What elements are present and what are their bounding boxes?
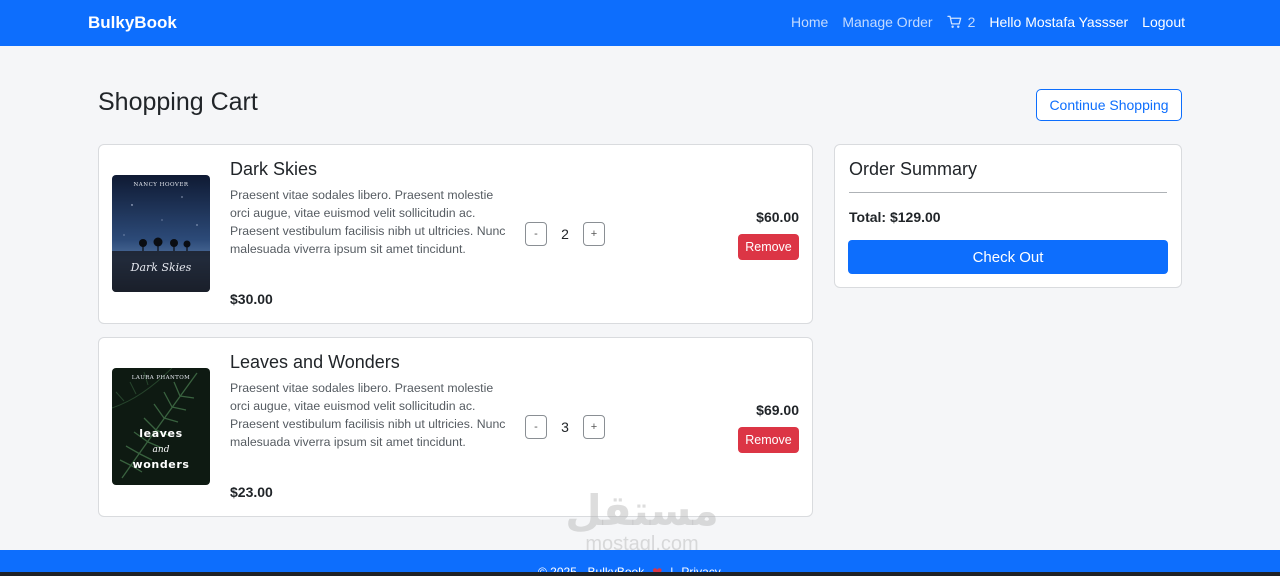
item-description: Praesent vitae sodales libero. Praesent … [230,381,506,449]
continue-shopping-button[interactable]: Continue Shopping [1036,89,1182,121]
summary-divider [849,192,1167,193]
item-unit-price: $23.00 [230,484,273,500]
book-cover-image: LAURA PHANTOM leaves and wonders [112,368,210,485]
cart-icon [946,15,962,29]
book-cover-image: NANCY HOOVER Dark Skies [112,175,210,292]
quantity-value: 3 [561,419,569,435]
brand-logo[interactable]: BulkyBook [88,13,177,33]
taskbar-strip [0,572,1280,576]
increment-button[interactable]: + [583,222,605,246]
cover-author: NANCY HOOVER [133,182,188,188]
item-line-total: $60.00 [756,209,799,225]
cover-title: Dark Skies [130,261,192,274]
cover-title-line2: and [153,445,170,455]
cart-count: 2 [967,14,976,30]
watermark-arabic: مستقل [565,487,719,534]
quantity-value: 2 [561,226,569,242]
cover-author: LAURA PHANTOM [132,375,190,381]
item-title[interactable]: Dark Skies [230,159,317,180]
nav-home-link[interactable]: Home [791,14,828,30]
increment-button[interactable]: + [583,415,605,439]
nav-manage-order-link[interactable]: Manage Order [842,14,932,30]
order-total: Total: $129.00 [849,209,941,225]
remove-button[interactable]: Remove [738,234,799,260]
nav-cart-link[interactable]: 2 [946,14,976,30]
watermark: مستقل mostaql.com [562,487,722,555]
remove-button[interactable]: Remove [738,427,799,453]
nav-links: Home Manage Order 2 Hello Mostafa Yassse… [777,14,1185,30]
decrement-button[interactable]: - [525,222,547,246]
item-unit-price: $30.00 [230,291,273,307]
navbar: BulkyBook Home Manage Order 2 Hello Most… [0,0,1280,46]
checkout-button[interactable]: Check Out [848,240,1168,274]
order-summary-title: Order Summary [849,159,978,179]
order-summary-panel: Order Summary Total: $129.00 Check Out [834,144,1182,288]
item-description: Praesent vitae sodales libero. Praesent … [230,188,506,256]
item-title[interactable]: Leaves and Wonders [230,352,400,373]
cart-item: NANCY HOOVER Dark Skies Dark Skies Praes… [98,144,813,324]
decrement-button[interactable]: - [525,415,547,439]
nav-user-greeting[interactable]: Hello Mostafa Yassser [989,14,1128,30]
quantity-stepper: - 3 + [525,415,605,439]
quantity-stepper: - 2 + [525,222,605,246]
cover-title-line3: wonders [132,458,189,471]
page-title: Shopping Cart [98,88,258,116]
cover-title-line1: leaves [139,427,182,440]
nav-logout-link[interactable]: Logout [1142,14,1185,30]
item-line-total: $69.00 [756,402,799,418]
